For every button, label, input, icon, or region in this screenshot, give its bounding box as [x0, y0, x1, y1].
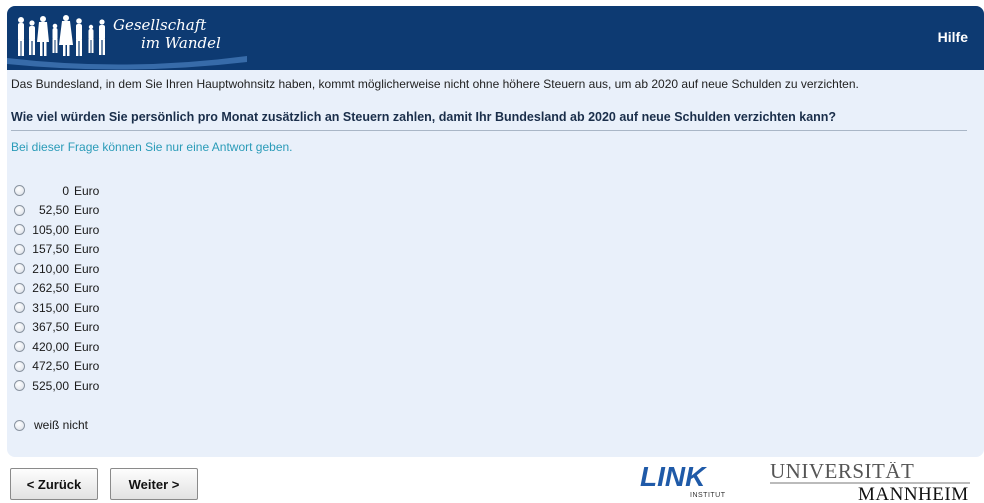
radio-button[interactable] — [14, 380, 25, 392]
radio-button[interactable] — [14, 419, 25, 431]
answer-option[interactable]: 472,50 Euro — [14, 357, 99, 377]
logo-line-1: Gesellschaft — [113, 16, 207, 34]
option-label: weiß nicht — [34, 418, 89, 432]
answer-option[interactable]: 0 Euro — [14, 181, 99, 201]
option-currency: Euro — [74, 378, 100, 393]
option-currency: Euro — [74, 183, 100, 198]
answer-option-dont-know[interactable]: weiß nicht — [14, 418, 88, 432]
answer-option[interactable]: 367,50 Euro — [14, 318, 99, 338]
answer-option[interactable]: 52,50 Euro — [14, 201, 99, 221]
answer-option[interactable]: 315,00 Euro — [14, 298, 99, 318]
radio-button[interactable] — [14, 282, 25, 294]
radio-button[interactable] — [14, 224, 25, 236]
brand-logo-text: Gesellschaft im Wandel — [113, 16, 221, 52]
radio-button[interactable] — [14, 341, 25, 353]
logo-line-2: im Wandel — [141, 34, 221, 52]
link-logo-text: LINK — [640, 462, 707, 492]
option-amount: 105,00 — [32, 222, 69, 237]
survey-panel: Gesellschaft im Wandel Hilfe — [7, 6, 984, 457]
option-amount: 420,00 — [32, 339, 69, 354]
option-currency: Euro — [74, 320, 100, 335]
logo-swoosh-icon — [7, 56, 247, 70]
option-currency: Euro — [74, 203, 100, 218]
question-divider — [11, 130, 967, 131]
back-button[interactable]: < Zurück — [10, 468, 98, 500]
option-currency: Euro — [74, 222, 100, 237]
uni-logo-line2: MANNHEIM — [858, 484, 969, 502]
university-mannheim-logo: UNIVERSITÄT MANNHEIM — [770, 462, 970, 502]
option-currency: Euro — [74, 281, 100, 296]
question-intro: Das Bundesland, in dem Sie Ihren Hauptwo… — [11, 77, 859, 91]
option-amount: 52,50 — [38, 203, 69, 218]
option-amount: 367,50 — [32, 320, 69, 335]
answer-options: 0 Euro 52,50 Euro 105,00 Euro 157,50 Eur… — [14, 181, 99, 396]
header-bar: Gesellschaft im Wandel Hilfe — [7, 6, 984, 70]
option-amount: 210,00 — [32, 261, 69, 276]
radio-button[interactable] — [14, 185, 25, 197]
radio-button[interactable] — [14, 204, 25, 216]
answer-hint: Bei dieser Frage können Sie nur eine Ant… — [11, 140, 293, 154]
uni-logo-line1: UNIVERSITÄT — [770, 462, 914, 483]
option-currency: Euro — [74, 261, 100, 276]
option-amount: 0 — [62, 183, 69, 198]
answer-option[interactable]: 420,00 Euro — [14, 337, 99, 357]
answer-option[interactable]: 210,00 Euro — [14, 259, 99, 279]
link-logo-sub: INSTITUT — [690, 492, 726, 499]
answer-option[interactable]: 262,50 Euro — [14, 279, 99, 299]
answer-option[interactable]: 525,00 Euro — [14, 376, 99, 396]
option-amount: 262,50 — [32, 281, 69, 296]
radio-button[interactable] — [14, 263, 25, 275]
radio-button[interactable] — [14, 243, 25, 255]
option-currency: Euro — [74, 242, 100, 257]
option-currency: Euro — [74, 300, 100, 315]
option-amount: 157,50 — [32, 242, 69, 257]
option-amount: 472,50 — [32, 359, 69, 374]
option-currency: Euro — [74, 339, 100, 354]
option-currency: Euro — [74, 359, 100, 374]
link-institut-logo: LINK INSTITUT — [640, 462, 726, 499]
radio-button[interactable] — [14, 360, 25, 372]
option-amount: 525,00 — [32, 378, 69, 393]
radio-button[interactable] — [14, 321, 25, 333]
radio-button[interactable] — [14, 302, 25, 314]
answer-option[interactable]: 157,50 Euro — [14, 240, 99, 260]
next-button[interactable]: Weiter > — [110, 468, 198, 500]
answer-option[interactable]: 105,00 Euro — [14, 220, 99, 240]
question-text: Wie viel würden Sie persönlich pro Monat… — [11, 110, 837, 124]
option-amount: 315,00 — [32, 300, 69, 315]
help-link[interactable]: Hilfe — [938, 29, 968, 45]
